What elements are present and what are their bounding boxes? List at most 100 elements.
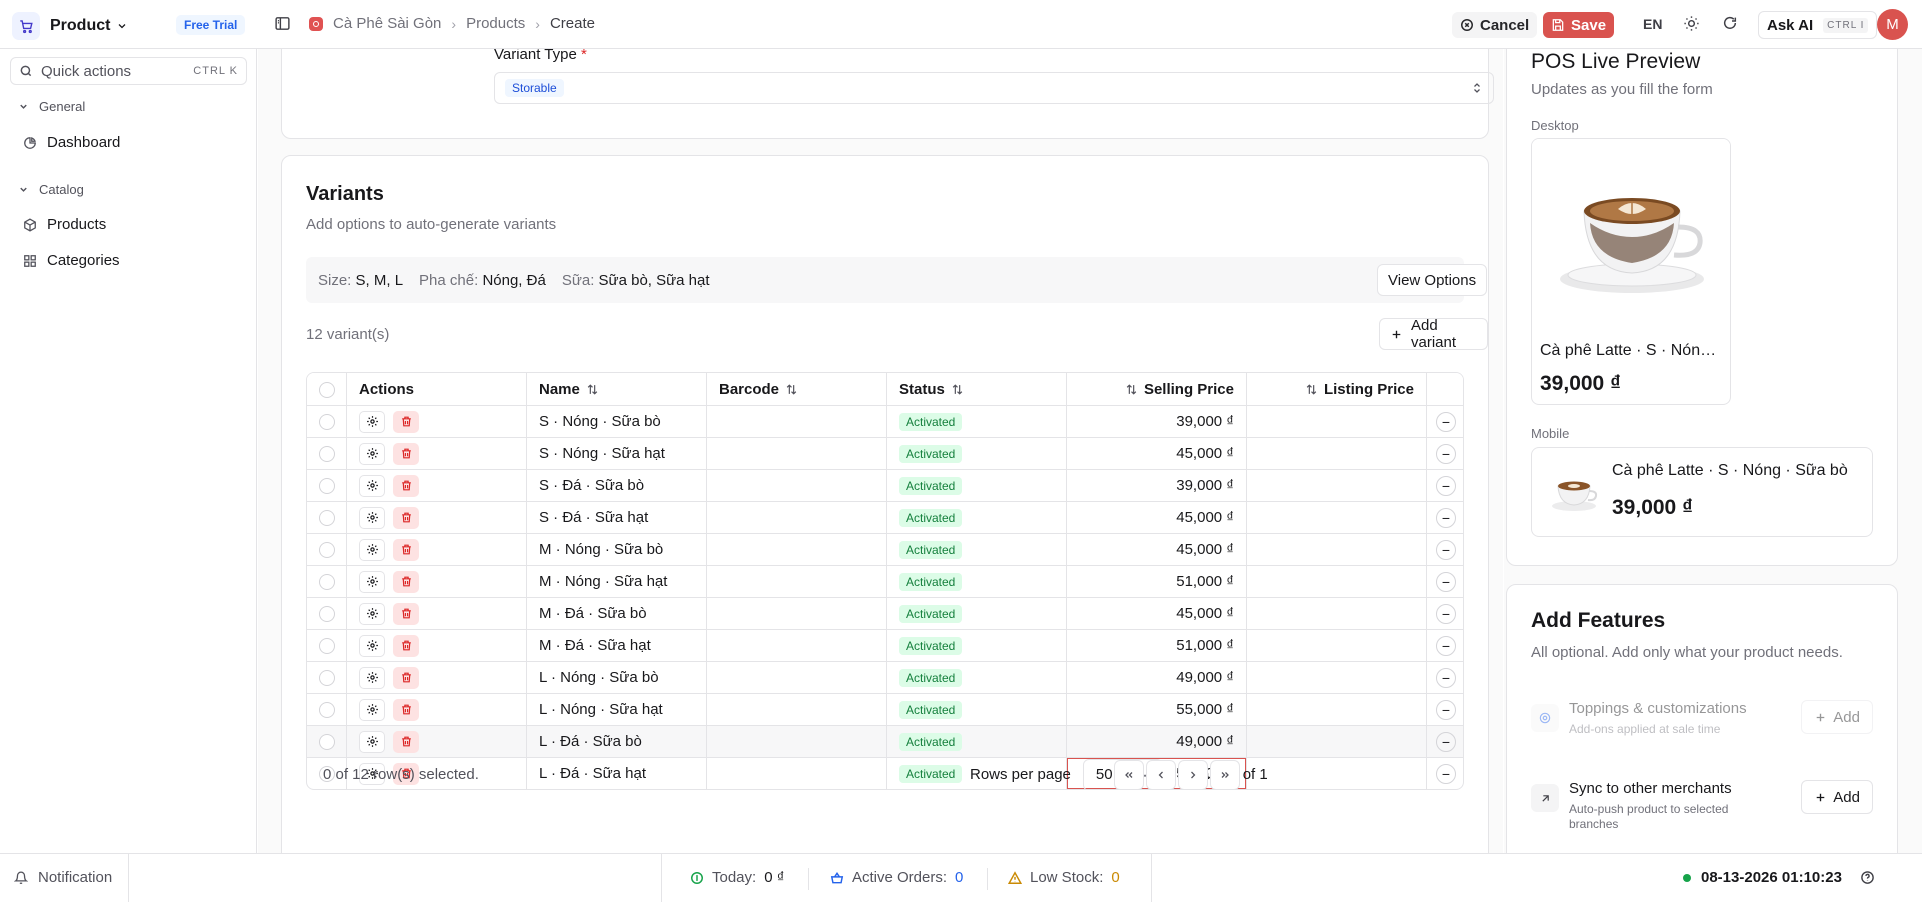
row-checkbox[interactable] bbox=[307, 534, 347, 565]
status-cell[interactable]: Activated bbox=[887, 598, 1067, 629]
row-checkbox[interactable] bbox=[307, 438, 347, 469]
trash-icon[interactable] bbox=[393, 666, 419, 689]
settings-gear-icon[interactable] bbox=[359, 602, 385, 625]
status-cell[interactable]: Activated bbox=[887, 502, 1067, 533]
trash-icon[interactable] bbox=[393, 570, 419, 593]
next-page-button[interactable] bbox=[1178, 759, 1208, 789]
variant-name-cell[interactable]: S · Đá · Sữa bò bbox=[527, 470, 707, 501]
remove-row[interactable]: − bbox=[1427, 630, 1463, 661]
variant-name-cell[interactable]: M · Đá · Sữa hạt bbox=[527, 630, 707, 661]
settings-gear-icon[interactable] bbox=[359, 410, 385, 433]
variant-name-cell[interactable]: S · Nóng · Sữa bò bbox=[527, 406, 707, 437]
settings-gear-icon[interactable] bbox=[359, 634, 385, 657]
sidebar-item-categories[interactable]: Categories bbox=[23, 252, 120, 269]
trash-icon[interactable] bbox=[393, 506, 419, 529]
trial-badge[interactable]: Free Trial bbox=[176, 15, 246, 35]
help-circle-icon[interactable] bbox=[1860, 870, 1875, 885]
settings-gear-icon[interactable] bbox=[359, 730, 385, 753]
variant-name-cell[interactable]: L · Đá · Sữa bò bbox=[527, 726, 707, 757]
trash-icon[interactable] bbox=[393, 730, 419, 753]
remove-row[interactable]: − bbox=[1427, 406, 1463, 437]
first-page-button[interactable] bbox=[1114, 759, 1144, 789]
variant-name-cell[interactable]: M · Nóng · Sữa hạt bbox=[527, 566, 707, 597]
settings-gear-icon[interactable] bbox=[359, 698, 385, 721]
selling-price-cell[interactable]: 51,000 ₫ bbox=[1067, 566, 1247, 597]
status-cell[interactable]: Activated bbox=[887, 662, 1067, 693]
settings-gear-icon[interactable] bbox=[359, 666, 385, 689]
cancel-button[interactable]: Cancel bbox=[1452, 12, 1538, 38]
status-cell[interactable]: Activated bbox=[887, 630, 1067, 661]
barcode-cell[interactable] bbox=[707, 534, 887, 565]
variant-name-cell[interactable]: L · Nóng · Sữa bò bbox=[527, 662, 707, 693]
view-options-button[interactable]: View Options bbox=[1377, 264, 1488, 296]
add-toppings-button[interactable]: Add bbox=[1801, 700, 1873, 734]
column-status[interactable]: Status bbox=[887, 373, 1067, 406]
settings-gear-icon[interactable] bbox=[359, 538, 385, 561]
settings-gear-icon[interactable] bbox=[359, 506, 385, 529]
sidebar-item-dashboard[interactable]: Dashboard bbox=[23, 134, 120, 151]
barcode-cell[interactable] bbox=[707, 502, 887, 533]
variant-name-cell[interactable]: M · Đá · Sữa bò bbox=[527, 598, 707, 629]
avatar[interactable]: M bbox=[1877, 9, 1908, 40]
status-cell[interactable]: Activated bbox=[887, 470, 1067, 501]
status-cell[interactable]: Activated bbox=[887, 726, 1067, 757]
add-variant-button[interactable]: Add variant bbox=[1379, 317, 1488, 351]
remove-row[interactable]: − bbox=[1427, 694, 1463, 725]
selling-price-cell[interactable]: 51,000 ₫ bbox=[1067, 630, 1247, 661]
quick-actions-search[interactable]: Quick actions CTRL K bbox=[10, 57, 247, 85]
variant-name-cell[interactable]: M · Nóng · Sữa bò bbox=[527, 534, 707, 565]
selling-price-cell[interactable]: 45,000 ₫ bbox=[1067, 534, 1247, 565]
trash-icon[interactable] bbox=[393, 698, 419, 721]
remove-row[interactable]: − bbox=[1427, 470, 1463, 501]
refresh-icon[interactable] bbox=[1722, 15, 1738, 31]
variant-name-cell[interactable]: S · Nóng · Sữa hạt bbox=[527, 438, 707, 469]
barcode-cell[interactable] bbox=[707, 726, 887, 757]
remove-row[interactable]: − bbox=[1427, 566, 1463, 597]
selling-price-cell[interactable]: 49,000 ₫ bbox=[1067, 662, 1247, 693]
listing-price-cell[interactable] bbox=[1247, 630, 1427, 661]
notification-button[interactable]: Notification bbox=[14, 869, 112, 886]
selling-price-cell[interactable]: 45,000 ₫ bbox=[1067, 438, 1247, 469]
listing-price-cell[interactable] bbox=[1247, 694, 1427, 725]
trash-icon[interactable] bbox=[393, 442, 419, 465]
sidebar-group-general[interactable]: General bbox=[18, 99, 85, 114]
save-button[interactable]: Save bbox=[1543, 12, 1615, 38]
remove-row[interactable]: − bbox=[1427, 502, 1463, 533]
sidebar-item-products[interactable]: Products bbox=[23, 216, 106, 233]
ask-ai-button[interactable]: Ask AI CTRL I bbox=[1758, 11, 1878, 39]
app-switcher[interactable]: Product bbox=[12, 12, 128, 40]
listing-price-cell[interactable] bbox=[1247, 726, 1427, 757]
breadcrumb-products[interactable]: Products bbox=[466, 15, 525, 32]
listing-price-cell[interactable] bbox=[1247, 662, 1427, 693]
variant-name-cell[interactable]: L · Nóng · Sữa hạt bbox=[527, 694, 707, 725]
row-checkbox[interactable] bbox=[307, 470, 347, 501]
column-listing-price[interactable]: Listing Price bbox=[1247, 373, 1427, 406]
barcode-cell[interactable] bbox=[707, 438, 887, 469]
listing-price-cell[interactable] bbox=[1247, 502, 1427, 533]
listing-price-cell[interactable] bbox=[1247, 534, 1427, 565]
sidebar-group-catalog[interactable]: Catalog bbox=[18, 182, 84, 197]
prev-page-button[interactable] bbox=[1146, 759, 1176, 789]
variant-name-cell[interactable]: S · Đá · Sữa hạt bbox=[527, 502, 707, 533]
column-name[interactable]: Name bbox=[527, 373, 707, 406]
row-checkbox[interactable] bbox=[307, 502, 347, 533]
row-checkbox[interactable] bbox=[307, 566, 347, 597]
breadcrumb-store[interactable]: Cà Phê Sài Gòn bbox=[333, 15, 441, 32]
settings-gear-icon[interactable] bbox=[359, 474, 385, 497]
remove-row[interactable]: − bbox=[1427, 534, 1463, 565]
variant-type-select[interactable]: Storable bbox=[494, 72, 1494, 104]
row-checkbox[interactable] bbox=[307, 694, 347, 725]
barcode-cell[interactable] bbox=[707, 694, 887, 725]
remove-row[interactable]: − bbox=[1427, 438, 1463, 469]
listing-price-cell[interactable] bbox=[1247, 438, 1427, 469]
sun-icon[interactable] bbox=[1683, 15, 1700, 32]
remove-row[interactable]: − bbox=[1427, 726, 1463, 757]
sidebar-toggle-icon[interactable] bbox=[274, 15, 291, 32]
remove-row[interactable]: − bbox=[1427, 662, 1463, 693]
barcode-cell[interactable] bbox=[707, 630, 887, 661]
listing-price-cell[interactable] bbox=[1247, 470, 1427, 501]
row-checkbox[interactable] bbox=[307, 630, 347, 661]
trash-icon[interactable] bbox=[393, 634, 419, 657]
barcode-cell[interactable] bbox=[707, 470, 887, 501]
selling-price-cell[interactable]: 39,000 ₫ bbox=[1067, 470, 1247, 501]
